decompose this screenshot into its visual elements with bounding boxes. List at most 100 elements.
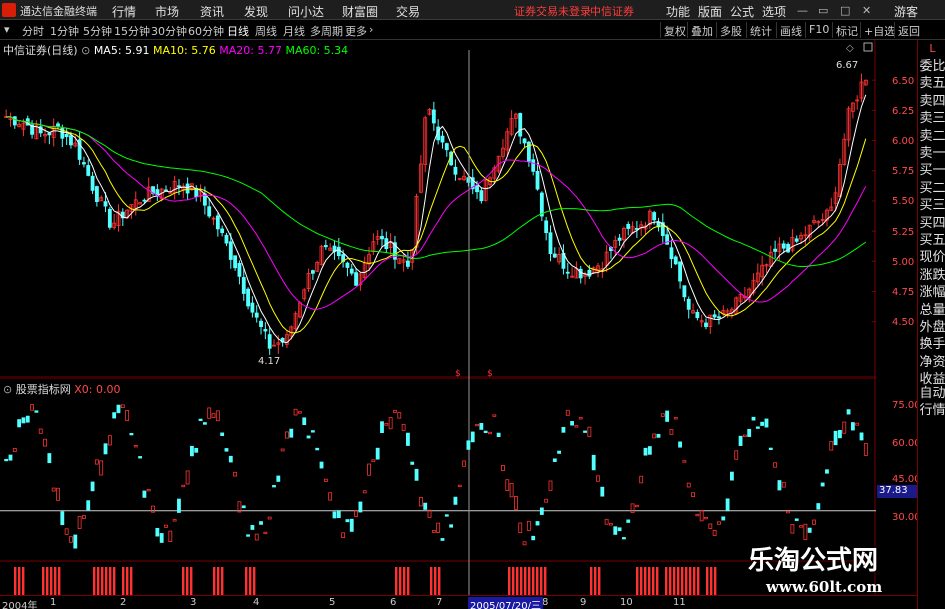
tab-15min[interactable]: 15分钟 <box>114 23 150 39</box>
candlestick-chart[interactable]: $ $ ◇ <box>0 40 876 378</box>
side-mode-item[interactable]: 自动 <box>919 387 945 401</box>
tab-30min[interactable]: 30分钟 <box>151 23 187 39</box>
signal-bar <box>677 567 680 595</box>
indicator-candle <box>354 510 358 517</box>
tab-daily[interactable]: 日线 <box>227 23 249 39</box>
side-quote-item[interactable]: 买三 <box>919 199 945 213</box>
side-panel-toggle[interactable]: L <box>919 42 945 56</box>
indicator-candle <box>371 459 376 462</box>
adjust-button[interactable]: 复权 <box>660 22 689 38</box>
tab-5min[interactable]: 5分钟 <box>83 23 112 39</box>
menu-quotes[interactable]: 行情 <box>112 3 136 20</box>
side-mode-item[interactable]: 行情 <box>919 404 945 418</box>
side-quote-item[interactable]: 买一 <box>919 164 945 178</box>
menu-options[interactable]: 选项 <box>762 3 786 20</box>
indicator-candle <box>155 527 160 537</box>
menu-layout[interactable]: 版面 <box>698 3 722 20</box>
signal-bar <box>54 567 57 595</box>
restore-icon[interactable]: ▭ <box>818 4 828 17</box>
side-quote-item[interactable]: 买二 <box>919 181 945 196</box>
indicator-candle <box>790 523 795 534</box>
close-icon[interactable]: ✕ <box>862 4 871 17</box>
indicator-candle <box>64 528 69 535</box>
tab-multi-period[interactable]: 多周期 <box>310 23 343 39</box>
tab-intraday[interactable]: 分时 <box>22 23 44 39</box>
signal-bar <box>101 567 104 595</box>
maximize-icon[interactable]: □ <box>840 4 850 17</box>
menu-wealth-circle[interactable]: 财富圈 <box>342 3 378 20</box>
candle-body <box>431 109 436 124</box>
side-quote-item[interactable]: 现价 <box>919 251 945 265</box>
indicator-settings-icon[interactable]: ⊙ <box>3 383 12 396</box>
user-guest[interactable]: 游客 <box>894 3 918 20</box>
candle-body <box>678 261 682 282</box>
indicator-candle <box>742 434 747 437</box>
tab-more[interactable]: 更多 <box>345 23 367 39</box>
indicator-candle <box>699 510 704 522</box>
multi-stock-button[interactable]: 多股 <box>716 22 745 38</box>
overlay-button[interactable]: 叠加 <box>687 22 716 38</box>
tab-1min[interactable]: 1分钟 <box>50 23 79 39</box>
candle-body <box>578 268 583 279</box>
side-quote-item[interactable]: 净资 <box>919 355 945 370</box>
signal-bar <box>42 567 45 595</box>
mark-button[interactable]: 标记 <box>832 22 861 38</box>
menu-market[interactable]: 市场 <box>155 3 179 20</box>
menu-formula[interactable]: 公式 <box>730 3 754 20</box>
indicator-chart[interactable] <box>0 378 876 562</box>
indicator-candle <box>263 531 268 535</box>
period-menu-icon[interactable]: ▾ <box>4 23 10 36</box>
add-watchlist-button[interactable]: +自选 <box>860 22 898 38</box>
tab-monthly[interactable]: 月线 <box>283 23 305 39</box>
candle-body <box>617 237 622 241</box>
menu-trade[interactable]: 交易 <box>396 3 420 20</box>
signal-bar <box>93 567 96 595</box>
signal-bar <box>14 567 17 595</box>
indicator-candle <box>786 510 790 514</box>
signal-bar <box>644 567 647 595</box>
indicator-candle <box>561 426 566 433</box>
indicator-candle <box>453 496 458 505</box>
side-quote-item[interactable]: 买五 <box>919 234 945 248</box>
signal-bar <box>130 567 133 595</box>
indicator-candle <box>315 447 320 451</box>
menu-discover[interactable]: 发现 <box>244 3 268 20</box>
stock-info-bar: 中信证券(日线) ⊙ MA5: 5.91 MA10: 5.76 MA20: 5.… <box>3 42 348 58</box>
indicator-candle <box>816 503 821 510</box>
side-quote-item[interactable]: 涨幅 <box>919 286 945 300</box>
trade-login-notice[interactable]: 证券交易未登录 <box>514 3 591 19</box>
menu-news[interactable]: 资讯 <box>200 3 224 20</box>
side-quote-item[interactable]: 买四 <box>919 216 945 231</box>
minimize-icon[interactable]: — <box>797 4 808 17</box>
indicator-candle <box>596 475 600 482</box>
side-quote-item[interactable]: 总量 <box>919 303 945 318</box>
f10-button[interactable]: F10 <box>805 22 832 38</box>
side-quote-item[interactable]: 卖五 <box>919 77 945 91</box>
indicator-candle <box>51 487 56 492</box>
indicator-candle <box>604 518 609 525</box>
side-quote-item[interactable]: 卖二 <box>919 129 945 144</box>
tab-weekly[interactable]: 周线 <box>255 23 277 39</box>
side-quote-item[interactable]: 换手 <box>919 338 945 352</box>
indicator-candle <box>423 502 428 510</box>
menu-function[interactable]: 功能 <box>666 3 690 20</box>
settings-icon[interactable]: ⊙ <box>81 44 90 57</box>
side-quote-item[interactable]: 委比 <box>919 60 945 74</box>
more-chevron-icon[interactable]: › <box>369 23 373 36</box>
back-button[interactable]: 返回 <box>894 22 923 38</box>
side-quote-item[interactable]: 卖四 <box>919 94 945 109</box>
broker-name[interactable]: 中信证券 <box>590 3 634 19</box>
candle-body <box>336 246 341 257</box>
menu-assistant[interactable]: 问小达 <box>288 3 324 20</box>
side-quote-item[interactable]: 外盘 <box>919 321 945 335</box>
signal-bar <box>656 567 659 595</box>
tab-60min[interactable]: 60分钟 <box>188 23 224 39</box>
side-quote-item[interactable]: 卖一 <box>919 147 945 161</box>
indicator-candle <box>328 492 333 501</box>
side-quote-item[interactable]: 涨跌 <box>919 268 945 283</box>
side-quote-item[interactable]: 卖三 <box>919 112 945 126</box>
statistics-button[interactable]: 统计 <box>746 22 775 38</box>
draw-line-button[interactable]: 画线 <box>776 22 805 38</box>
indicator-candle <box>56 487 60 501</box>
candle-body <box>552 253 557 258</box>
